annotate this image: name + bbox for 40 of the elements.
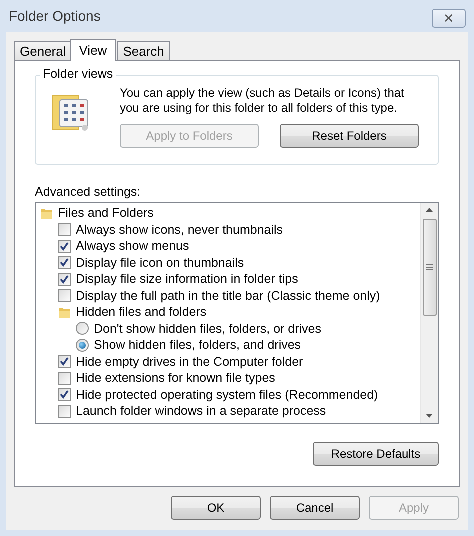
checkbox[interactable]	[58, 272, 71, 286]
checkbox[interactable]	[58, 355, 71, 368]
folder-icon	[40, 206, 53, 220]
radio-button[interactable]	[76, 322, 89, 336]
option-label: Display the full path in the title bar (Classic theme only)	[76, 288, 380, 303]
group-heading: Hidden files and folders	[76, 305, 207, 320]
checkbox[interactable]	[58, 404, 71, 418]
cancel-button[interactable]: Cancel	[270, 496, 360, 520]
checkbox[interactable]	[58, 240, 71, 253]
checkbox[interactable]	[58, 372, 71, 385]
option-label: Hide extensions for known file types	[76, 371, 276, 386]
option-label: Always show menus	[76, 239, 190, 254]
reset-folders-button[interactable]: Reset Folders	[280, 124, 419, 148]
checkbox[interactable]	[58, 256, 71, 270]
option-label: Always show icons, never thumbnails	[76, 222, 284, 237]
checkbox[interactable]	[58, 289, 71, 302]
window-title: Folder Options	[9, 8, 101, 24]
tab[interactable]: General	[14, 41, 72, 60]
radio-button[interactable]	[76, 338, 89, 352]
option-label: Display file icon on thumbnails	[76, 256, 244, 270]
restore-defaults-button[interactable]: Restore Defaults	[313, 442, 439, 466]
tab[interactable]: Search	[117, 41, 170, 60]
option-label: Display file size information in folder tips	[76, 272, 298, 286]
option-label: Show hidden files, folders, and drives	[94, 338, 302, 352]
checkbox[interactable]	[58, 388, 71, 402]
scroll-thumb[interactable]	[422, 219, 436, 316]
folder-views-description: You can apply the view (such as Details or Icons) that you are using for this folder to all folders of this type.	[120, 86, 406, 116]
ok-button[interactable]: OK	[171, 496, 261, 520]
checkbox[interactable]	[58, 223, 71, 236]
option-label: Hide protected operating system files (Recommended)	[76, 388, 378, 402]
option-label: Don't show hidden files, folders, or drives	[94, 322, 322, 336]
folder-icon	[58, 306, 71, 319]
option-label: Hide empty drives in the Computer folder	[76, 354, 304, 369]
option-label: Launch folder windows in a separate process	[76, 404, 326, 418]
advanced-settings-label: Advanced settings:	[35, 185, 142, 199]
tab[interactable]: View	[70, 39, 116, 61]
scrollbar[interactable]	[420, 203, 438, 423]
group-label: Folder views	[40, 67, 116, 81]
group-heading: Files and Folders	[58, 206, 154, 220]
close-button[interactable]: ✕	[432, 8, 466, 28]
